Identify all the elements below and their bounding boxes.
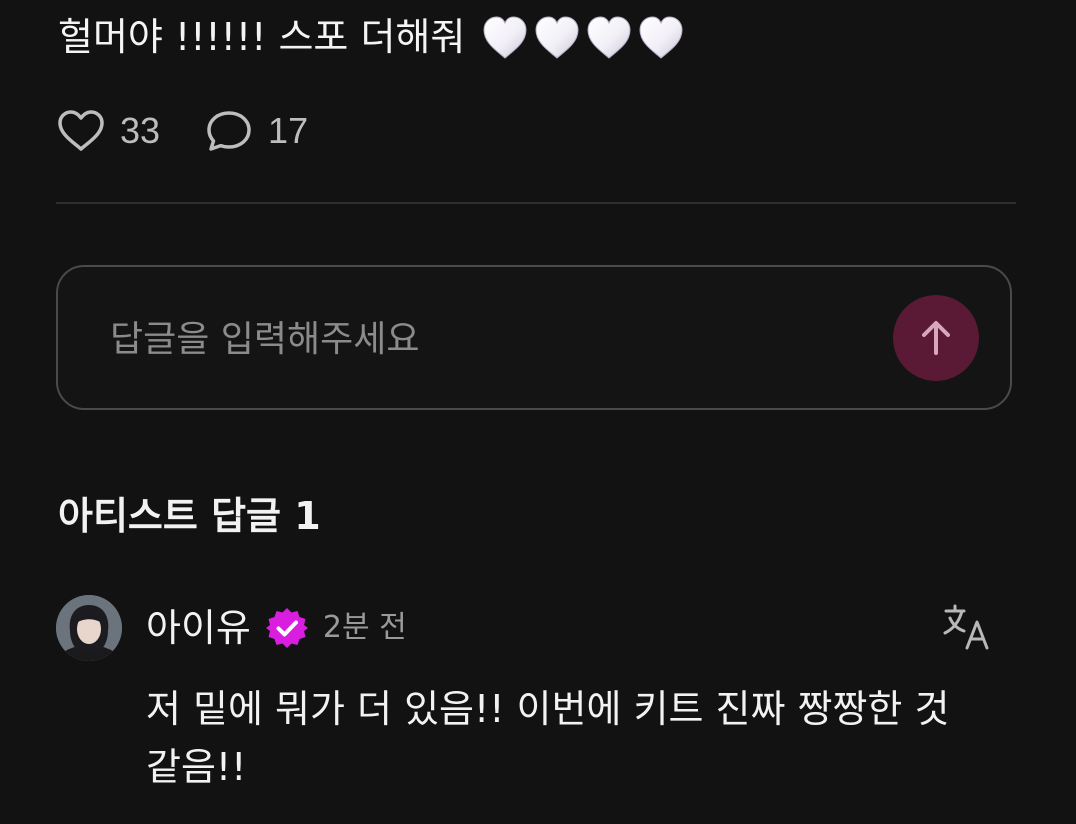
translate-icon [943,604,989,650]
white-heart-icon [483,15,527,59]
reply-box [56,265,1012,410]
arrow-up-icon [922,321,950,355]
white-heart-icon [639,15,683,59]
speech-bubble-icon [207,111,251,151]
post-text: 헐머야 !!!!!! 스포 더해줘 [58,10,687,64]
comment-text: 저 밑에 뭐가 더 있음!! 이번에 키트 진짜 짱짱한 것 같음!! [146,687,950,789]
post-actions: 33 17 [56,106,352,156]
white-hearts-emoji [479,12,687,62]
like-button[interactable]: 33 [56,108,160,154]
reply-input[interactable] [108,307,872,371]
like-count: 33 [120,110,161,151]
heart-outline-icon [58,110,104,151]
post-text-content: 헐머야 !!!!!! 스포 더해줘 [58,15,466,59]
white-heart-icon [587,15,631,59]
comment-button[interactable]: 17 [204,108,308,154]
avatar[interactable] [56,595,122,661]
verified-badge-icon [265,608,308,648]
comment-meta: 아이유 2분 전 [146,601,407,655]
translate-button[interactable] [940,602,996,654]
artist-replies-title: 아티스트 답글 1 [58,494,321,538]
author-name[interactable]: 아이유 [146,601,251,655]
divider [56,202,1016,204]
comment-timestamp: 2분 전 [322,610,407,645]
avatar-image [56,595,122,661]
white-heart-icon [535,15,579,59]
send-button[interactable] [893,295,979,381]
comment-count: 17 [268,110,309,151]
